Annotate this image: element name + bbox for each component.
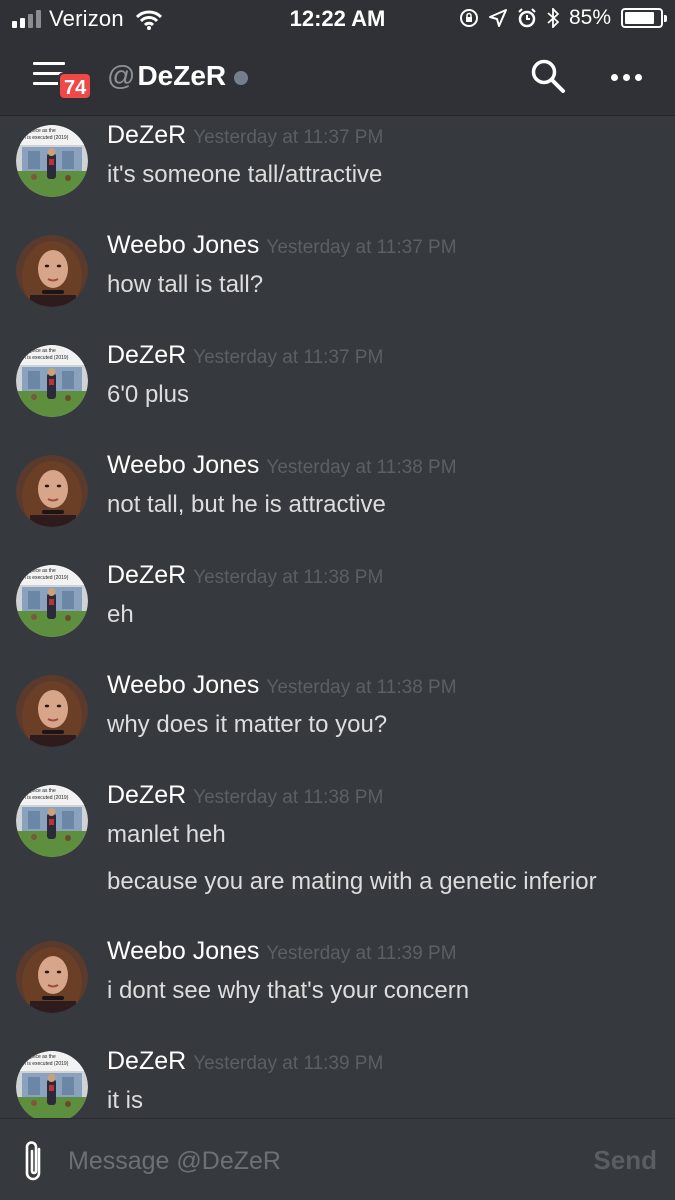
message-timestamp: Yesterday at 11:39 PM <box>266 943 457 964</box>
message-timestamp: Yesterday at 11:38 PM <box>266 457 457 478</box>
alarm-icon <box>518 8 536 28</box>
author-name[interactable]: DeZeR <box>107 561 186 590</box>
message-header: DeZeR Yesterday at 11:38 PM <box>107 561 383 590</box>
message-text: why does it matter to you? <box>107 711 388 738</box>
message-timestamp: Yesterday at 11:37 PM <box>266 237 457 258</box>
more-options-button[interactable] <box>608 62 644 92</box>
channel-title: @ DeZeR <box>107 60 249 92</box>
message-timestamp: Yesterday at 11:38 PM <box>193 787 384 808</box>
message-text: 6'0 plus <box>107 381 189 408</box>
avatar-caption-2: rth is executed (2019) <box>20 355 69 361</box>
channel-name: DeZeR <box>137 60 227 91</box>
message-composer: Send <box>0 1118 675 1200</box>
avatar[interactable]: rejoice as the rth is executed (2019) <box>16 565 88 637</box>
message-header: Weebo Jones Yesterday at 11:37 PM <box>107 231 457 260</box>
author-name[interactable]: DeZeR <box>107 1047 186 1076</box>
author-name[interactable]: DeZeR <box>107 121 186 150</box>
message-timestamp: Yesterday at 11:39 PM <box>193 1053 384 1074</box>
avatar-caption-1: rejoice as the <box>26 568 56 574</box>
message-text: it's someone tall/attractive <box>107 161 383 188</box>
author-name[interactable]: Weebo Jones <box>107 231 259 260</box>
avatar[interactable] <box>16 675 88 747</box>
avatar-caption-1: rejoice as the <box>26 348 56 354</box>
message-text: how tall is tall? <box>107 271 264 298</box>
message-text: it is <box>107 1087 143 1114</box>
message-text: eh <box>107 601 134 628</box>
avatar-caption-2: rth is executed (2019) <box>20 575 69 581</box>
avatar[interactable]: rejoice as the rth is executed (2019) <box>16 785 88 857</box>
channel-header: 74 @ DeZeR <box>0 38 675 116</box>
message-timestamp: Yesterday at 11:38 PM <box>193 567 384 588</box>
avatar[interactable]: rejoice as the rth is executed (2019) <box>16 345 88 417</box>
message-timestamp: Yesterday at 11:37 PM <box>193 347 384 368</box>
avatar-caption-2: rth is executed (2019) <box>20 795 69 801</box>
avatar-caption-1: rejoice as the <box>26 788 56 794</box>
avatar[interactable]: rejoice as the rth is executed (2019) <box>16 125 88 197</box>
author-name[interactable]: DeZeR <box>107 781 186 810</box>
rotation-lock-icon <box>459 9 478 27</box>
message-text: i dont see why that's your concern <box>107 977 470 1004</box>
message-text: manlet heh <box>107 821 226 848</box>
message-text: not tall, but he is attractive <box>107 491 386 518</box>
message-header: DeZeR Yesterday at 11:37 PM <box>107 121 383 150</box>
presence-status-icon <box>234 71 249 85</box>
send-button[interactable]: Send <box>593 1145 657 1176</box>
location-icon <box>488 9 507 27</box>
status-bar: Verizon 12:22 AM 85% <box>0 0 675 38</box>
message-input[interactable] <box>68 1141 568 1181</box>
message-header: DeZeR Yesterday at 11:39 PM <box>107 1047 383 1076</box>
author-name[interactable]: Weebo Jones <box>107 451 259 480</box>
message-header: Weebo Jones Yesterday at 11:38 PM <box>107 451 457 480</box>
avatar[interactable] <box>16 941 88 1013</box>
author-name[interactable]: Weebo Jones <box>107 671 259 700</box>
paperclip-icon[interactable] <box>18 1137 50 1185</box>
avatar-caption-1: rejoice as the <box>26 128 56 134</box>
avatar-caption-2: rth is executed (2019) <box>20 135 69 141</box>
message-header: DeZeR Yesterday at 11:38 PM <box>107 781 383 810</box>
ellipsis-icon <box>610 73 618 81</box>
author-name[interactable]: DeZeR <box>107 341 186 370</box>
message-header: Weebo Jones Yesterday at 11:38 PM <box>107 671 457 700</box>
avatar-caption-2: rth is executed (2019) <box>20 1061 69 1067</box>
avatar[interactable] <box>16 235 88 307</box>
message-timestamp: Yesterday at 11:38 PM <box>266 677 457 698</box>
message-list[interactable]: rejoice as the rth is executed (2019) DeZe… <box>0 117 675 1118</box>
author-name[interactable]: Weebo Jones <box>107 937 259 966</box>
message-header: Weebo Jones Yesterday at 11:39 PM <box>107 937 457 966</box>
menu-button[interactable]: 74 <box>33 62 93 102</box>
message-text: because you are mating with a genetic in… <box>107 868 597 895</box>
notification-badge: 74 <box>58 72 93 100</box>
message-header: DeZeR Yesterday at 11:37 PM <box>107 341 383 370</box>
message-timestamp: Yesterday at 11:37 PM <box>193 127 384 148</box>
search-icon[interactable] <box>530 58 566 94</box>
avatar[interactable] <box>16 455 88 527</box>
bluetooth-icon <box>547 8 559 28</box>
at-symbol: @ <box>107 60 136 91</box>
avatar[interactable]: rejoice as the rth is executed (2019) <box>16 1051 88 1118</box>
battery-percent: 85% <box>568 6 611 29</box>
battery-icon <box>621 8 667 28</box>
avatar-caption-1: rejoice as the <box>26 1054 56 1060</box>
